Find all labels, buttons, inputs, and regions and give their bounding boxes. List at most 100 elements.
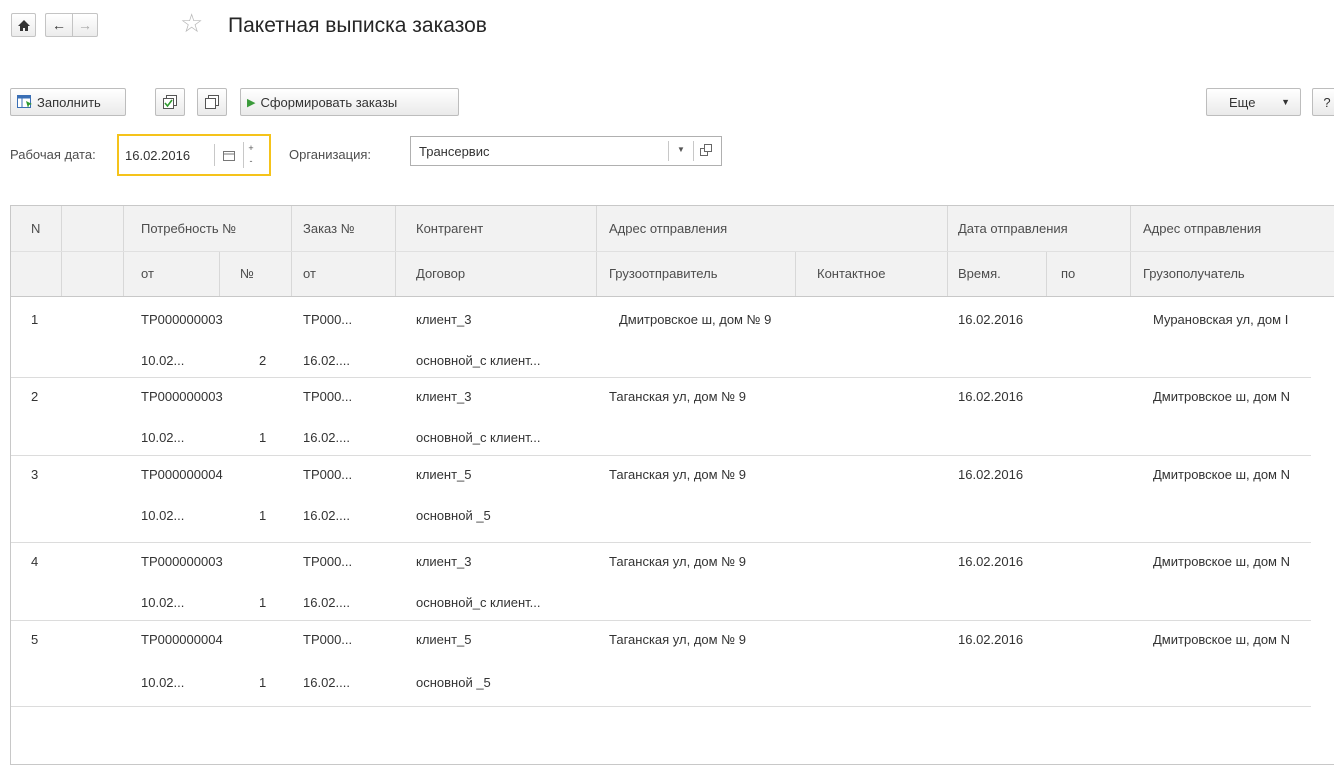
col-consignee[interactable]: Грузополучатель (1143, 266, 1245, 281)
row-2-ship-date[interactable]: 16.02.2016 (958, 389, 1023, 404)
row-3-dest-address[interactable]: Дмитровское ш, дом N (1153, 467, 1290, 482)
more-label: Еще (1229, 94, 1256, 110)
help-button[interactable]: ? (1312, 88, 1334, 116)
row-5-need[interactable]: ТР000000004 (141, 632, 223, 647)
col-contact[interactable]: Контактное (817, 266, 885, 281)
form-orders-label: Сформировать заказы (260, 94, 398, 110)
calendar-icon[interactable] (223, 149, 235, 164)
row-4-ship-address[interactable]: Таганская ул, дом № 9 (609, 554, 746, 569)
row-4-n[interactable]: 4 (31, 554, 38, 569)
row-1-need-no[interactable]: 2 (259, 353, 266, 368)
row-5-dest-address[interactable]: Дмитровское ш, дом N (1153, 632, 1290, 647)
row-2-need-date[interactable]: 10.02... (141, 430, 184, 445)
row-1-order-date[interactable]: 16.02.... (303, 353, 350, 368)
col-dest-address[interactable]: Адрес отправления (1143, 221, 1261, 236)
home-button[interactable] (11, 13, 36, 37)
row-2-order[interactable]: ТР000... (303, 389, 352, 404)
row-1-need-date[interactable]: 10.02... (141, 353, 184, 368)
row-4-dest-address[interactable]: Дмитровское ш, дом N (1153, 554, 1290, 569)
home-icon (17, 19, 30, 31)
row-3-ship-address[interactable]: Таганская ул, дом № 9 (609, 467, 746, 482)
row-4-counterparty[interactable]: клиент_3 (416, 554, 472, 569)
row-1-order[interactable]: ТР000... (303, 312, 352, 327)
fill-button-label: Заполнить (37, 94, 101, 110)
col-shipper[interactable]: Грузоотправитель (609, 266, 717, 281)
row-5-n[interactable]: 5 (31, 632, 38, 647)
col-need-from[interactable]: от (141, 266, 154, 281)
dropdown-arrow-icon[interactable]: ▼ (677, 145, 685, 154)
row-2-need[interactable]: ТР000000003 (141, 389, 223, 404)
row-3-order-date[interactable]: 16.02.... (303, 508, 350, 523)
organization-label: Организация: (289, 147, 372, 162)
col-need[interactable]: Потребность № (141, 221, 236, 236)
open-link-icon[interactable] (700, 144, 712, 159)
col-n[interactable]: N (31, 221, 40, 236)
row-4-contract[interactable]: основной_с клиент... (416, 595, 541, 610)
row-1-contract[interactable]: основной_с клиент... (416, 353, 541, 368)
row-5-counterparty[interactable]: клиент_5 (416, 632, 472, 647)
row-2-contract[interactable]: основной_с клиент... (416, 430, 541, 445)
select-all-button[interactable] (155, 88, 185, 116)
col-time[interactable]: Время. (958, 266, 1001, 281)
row-5-need-no[interactable]: 1 (259, 675, 266, 690)
row-2-counterparty[interactable]: клиент_3 (416, 389, 472, 404)
row-1-ship-address[interactable]: Дмитровское ш, дом № 9 (619, 312, 771, 327)
row-5-order[interactable]: ТР000... (303, 632, 352, 647)
col-ship-date[interactable]: Дата отправления (958, 221, 1068, 236)
work-date-value: 16.02.2016 (125, 147, 191, 163)
row-4-order-date[interactable]: 16.02.... (303, 595, 350, 610)
col-need-no[interactable]: № (240, 266, 254, 281)
col-ship-address[interactable]: Адрес отправления (609, 221, 727, 236)
col-counterparty[interactable]: Контрагент (416, 221, 483, 236)
col-contract[interactable]: Договор (416, 266, 465, 281)
col-order-from[interactable]: от (303, 266, 316, 281)
row-3-order[interactable]: ТР000... (303, 467, 352, 482)
row-3-need-no[interactable]: 1 (259, 508, 266, 523)
fill-button[interactable]: Заполнить (10, 88, 126, 116)
row-4-order[interactable]: ТР000... (303, 554, 352, 569)
star-icon[interactable]: ☆ (180, 8, 203, 38)
row-3-ship-date[interactable]: 16.02.2016 (958, 467, 1023, 482)
row-1-n[interactable]: 1 (31, 312, 38, 327)
row-2-dest-address[interactable]: Дмитровское ш, дом N (1153, 389, 1290, 404)
row-1-dest-address[interactable]: Мурановская ул, дом I (1153, 312, 1288, 327)
row-2-ship-address[interactable]: Таганская ул, дом № 9 (609, 389, 746, 404)
row-5-contract[interactable]: основной _5 (416, 675, 491, 690)
forward-button[interactable]: → (72, 13, 98, 37)
row-1-ship-date[interactable]: 16.02.2016 (958, 312, 1023, 327)
work-date-field[interactable]: 16.02.2016 + - (117, 134, 271, 176)
row-2-order-date[interactable]: 16.02.... (303, 430, 350, 445)
row-4-need[interactable]: ТР000000003 (141, 554, 223, 569)
more-button[interactable]: Еще ▼ (1206, 88, 1301, 116)
fill-table-icon (17, 95, 32, 108)
copy-button[interactable] (197, 88, 227, 116)
row-1-counterparty[interactable]: клиент_3 (416, 312, 472, 327)
form-orders-button[interactable]: ▶ Сформировать заказы (240, 88, 459, 116)
row-3-need[interactable]: ТР000000004 (141, 467, 223, 482)
back-button[interactable]: ← (45, 13, 72, 37)
organization-field[interactable]: Трансервис ▼ (410, 136, 722, 166)
row-3-counterparty[interactable]: клиент_5 (416, 467, 472, 482)
help-label: ? (1323, 94, 1331, 110)
row-3-contract[interactable]: основной _5 (416, 508, 491, 523)
row-2-need-no[interactable]: 1 (259, 430, 266, 445)
col-order[interactable]: Заказ № (303, 221, 355, 236)
row-3-need-date[interactable]: 10.02... (141, 508, 184, 523)
arrow-right-icon: → (78, 17, 92, 33)
work-date-label: Рабочая дата: (10, 147, 96, 162)
row-1-need[interactable]: ТР000000003 (141, 312, 223, 327)
arrow-left-icon: ← (52, 17, 66, 33)
orders-table[interactable]: N Потребность № Заказ № Контрагент Адрес… (10, 205, 1334, 765)
row-4-need-no[interactable]: 1 (259, 595, 266, 610)
row-5-order-date[interactable]: 16.02.... (303, 675, 350, 690)
row-5-ship-address[interactable]: Таганская ул, дом № 9 (609, 632, 746, 647)
row-4-ship-date[interactable]: 16.02.2016 (958, 554, 1023, 569)
row-4-need-date[interactable]: 10.02... (141, 595, 184, 610)
row-5-need-date[interactable]: 10.02... (141, 675, 184, 690)
date-stepper[interactable]: + - (243, 142, 258, 168)
row-3-n[interactable]: 3 (31, 467, 38, 482)
table-header: N Потребность № Заказ № Контрагент Адрес… (11, 206, 1334, 297)
col-to[interactable]: по (1061, 266, 1075, 281)
row-5-ship-date[interactable]: 16.02.2016 (958, 632, 1023, 647)
row-2-n[interactable]: 2 (31, 389, 38, 404)
